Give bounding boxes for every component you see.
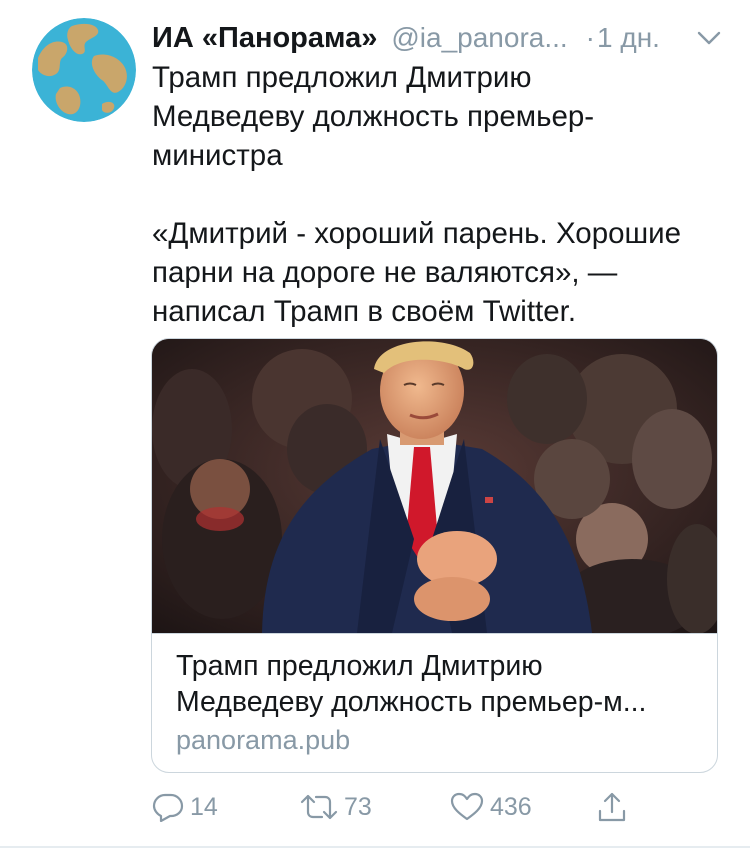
share-button[interactable] <box>597 785 627 829</box>
retweet-icon <box>300 794 338 820</box>
card-title-line: Медведеву должность премьер-м... <box>176 686 647 718</box>
tweet-text: Трамп предложил Дмитрию Медведеву должно… <box>152 58 727 331</box>
tweet-paragraph: «Дмитрий - хороший парень. Хорошие парни… <box>152 217 682 328</box>
tweet-paragraph: Трамп предложил Дмитрию Медведеву должно… <box>152 61 595 172</box>
author-name[interactable]: ИА «Панорама» <box>152 22 377 55</box>
share-icon <box>598 792 626 822</box>
card-image <box>152 339 717 633</box>
tweet-actions: 14 73 436 <box>152 785 712 829</box>
reply-icon <box>152 793 184 822</box>
reply-button[interactable]: 14 <box>152 785 218 829</box>
globe-icon <box>32 18 136 122</box>
tweet-header: ИА «Панорама» @ia_panora... · 1 дн. <box>152 18 730 58</box>
author-handle[interactable]: @ia_panora... <box>391 22 567 54</box>
retweet-count: 73 <box>344 792 372 821</box>
card-body: Трамп предложил Дмитрию Медведеву должно… <box>152 633 717 758</box>
heart-icon <box>450 792 484 821</box>
link-card[interactable]: Трамп предложил Дмитрию Медведеву должно… <box>151 338 718 773</box>
time-separator: · <box>585 22 595 53</box>
tweet-time[interactable]: 1 дн. <box>597 22 660 54</box>
reply-count: 14 <box>190 792 218 821</box>
card-domain: panorama.pub <box>176 725 351 755</box>
like-count: 436 <box>490 792 532 821</box>
card-title: Трамп предложил Дмитрию Медведеву должно… <box>176 648 693 720</box>
avatar[interactable] <box>32 18 136 122</box>
like-button[interactable]: 436 <box>450 785 532 829</box>
retweet-button[interactable]: 73 <box>300 785 372 829</box>
tweet[interactable]: ИА «Панорама» @ia_panora... · 1 дн. Трам… <box>0 0 750 848</box>
chevron-down-icon[interactable] <box>696 28 722 48</box>
card-title-line: Трамп предложил Дмитрию <box>176 650 543 682</box>
